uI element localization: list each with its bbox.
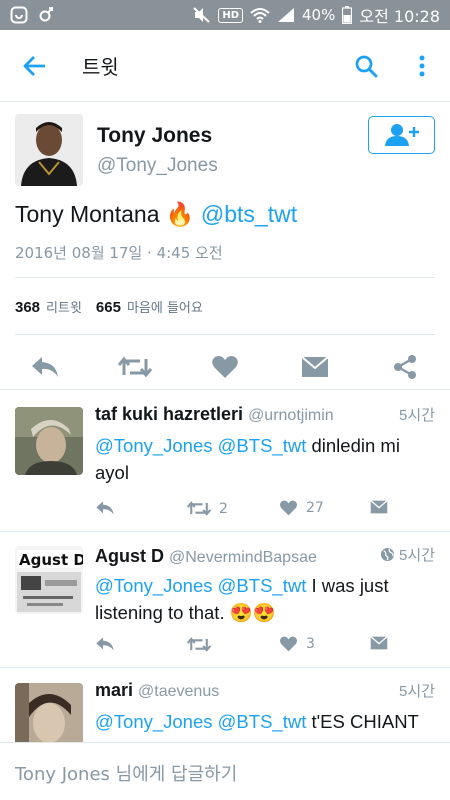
- reply-author-handle[interactable]: @NevermindBapsae: [169, 549, 317, 567]
- notification-app-icon: [10, 6, 28, 24]
- mute-icon: [193, 7, 211, 23]
- app-bar: 트윗: [0, 30, 450, 102]
- author-name[interactable]: Tony Jones: [97, 124, 212, 148]
- avatar[interactable]: Agust D: [15, 546, 83, 614]
- retweet-button[interactable]: [187, 636, 219, 653]
- avatar[interactable]: [15, 683, 83, 742]
- avatar-text: Agust D: [19, 551, 83, 569]
- globe-icon: [380, 547, 395, 562]
- page-title: 트윗: [82, 55, 119, 79]
- reply-text: @Tony_Jones @BTS_twt dinledin mi ayol: [95, 432, 435, 486]
- reply-timestamp: 5시간: [399, 547, 435, 564]
- like-count: 3: [306, 636, 315, 652]
- author-handle[interactable]: @Tony_Jones: [97, 155, 218, 177]
- reply-timestamp: 5시간: [399, 407, 435, 424]
- retweet-button[interactable]: 2: [187, 500, 228, 517]
- envelope-icon: [370, 500, 388, 514]
- reply-input-placeholder[interactable]: Tony Jones 님에게 답글하기: [15, 760, 237, 786]
- like-button[interactable]: [205, 347, 245, 387]
- mention-link[interactable]: @BTS_twt: [218, 435, 307, 456]
- reply-button[interactable]: [25, 347, 65, 387]
- retweet-icon: [118, 356, 152, 378]
- reply-tweet[interactable]: taf kuki hazretleri @urnotjimin 5시간 @Ton…: [0, 392, 450, 532]
- mention-link[interactable]: @Tony_Jones: [95, 575, 213, 596]
- clock: 오전 10:28: [359, 7, 440, 26]
- heart-icon: [212, 356, 238, 378]
- reply-button[interactable]: [95, 636, 115, 652]
- search-icon: [355, 55, 378, 77]
- mention-link[interactable]: @bts_twt: [201, 201, 297, 227]
- retweet-icon: [187, 637, 211, 652]
- signal-icon: [278, 8, 295, 22]
- mention-link[interactable]: @Tony_Jones: [95, 435, 213, 456]
- retweet-icon: [187, 501, 211, 516]
- reply-icon: [96, 501, 114, 515]
- reply-author-name[interactable]: Agust D: [95, 546, 164, 567]
- envelope-icon: [301, 356, 329, 377]
- retweets-count: 368: [15, 299, 41, 316]
- reply-timestamp: 5시간: [399, 683, 435, 700]
- share-icon: [394, 355, 416, 379]
- battery-icon: [342, 6, 353, 24]
- reply-author-handle[interactable]: @urnotjimin: [248, 407, 334, 425]
- reply-button[interactable]: [95, 500, 115, 516]
- direct-message-button[interactable]: [295, 347, 335, 387]
- reply-actions: 2 27: [95, 500, 435, 522]
- tweet-body: Tony Montana 🔥: [15, 201, 195, 227]
- like-count: 27: [306, 500, 324, 516]
- more-vertical-icon: [419, 55, 425, 76]
- share-button[interactable]: [385, 347, 425, 387]
- reply-text: @Tony_Jones @BTS_twt t'ES CHIANT: [95, 708, 435, 735]
- arrow-left-icon: [23, 55, 45, 76]
- back-button[interactable]: [0, 30, 70, 102]
- reply-author-name[interactable]: taf kuki hazretleri: [95, 404, 243, 425]
- likes-label: 마음에 들어요: [126, 301, 203, 316]
- search-button[interactable]: [338, 30, 394, 102]
- mention-link[interactable]: @BTS_twt: [218, 711, 307, 732]
- retweet-button[interactable]: [115, 347, 155, 387]
- tweet-stats: 368 리트윗 665 마음에 들어요: [15, 297, 217, 316]
- reply-tweet[interactable]: Agust D Agust D @NevermindBapsae 5시간 @To…: [0, 532, 450, 668]
- divider: [15, 334, 435, 335]
- retweets-label: 리트윗: [46, 301, 82, 316]
- reply-icon: [32, 357, 58, 377]
- hd-badge: HD: [218, 7, 244, 23]
- tweet-timestamp: 2016년 08월 17일 · 4:45 오전: [15, 244, 223, 262]
- avatar[interactable]: [15, 114, 83, 186]
- tweet-text: Tony Montana 🔥 @bts_twt: [15, 201, 297, 228]
- avatar[interactable]: [15, 407, 83, 475]
- divider: [15, 277, 435, 278]
- wifi-icon: [250, 8, 270, 23]
- mention-link[interactable]: @Tony_Jones: [95, 711, 213, 732]
- like-button[interactable]: 27: [279, 500, 324, 516]
- retweet-count: 2: [219, 500, 228, 517]
- heart-icon: [279, 636, 298, 652]
- direct-message-button[interactable]: [370, 636, 388, 650]
- female-symbol-icon: [39, 7, 53, 22]
- like-button[interactable]: 3: [279, 636, 315, 652]
- add-user-icon: [384, 124, 419, 146]
- envelope-icon: [370, 636, 388, 650]
- likes-count: 665: [95, 299, 121, 316]
- battery-percent: 40%: [302, 6, 336, 24]
- reply-author-name[interactable]: mari: [95, 680, 133, 701]
- overflow-menu-button[interactable]: [394, 30, 450, 102]
- tweet-actions: [0, 347, 450, 387]
- direct-message-button[interactable]: [370, 500, 388, 514]
- reply-author-handle[interactable]: @taevenus: [138, 683, 219, 701]
- mention-link[interactable]: @BTS_twt: [218, 575, 307, 596]
- retweets-stat[interactable]: 368 리트윗: [15, 297, 82, 316]
- reply-meta: 5시간: [380, 544, 435, 565]
- reply-tweet[interactable]: mari @taevenus 5시간 @Tony_Jones @BTS_twt …: [0, 668, 450, 742]
- reply-icon: [96, 637, 114, 651]
- reply-actions: 3: [95, 636, 435, 658]
- status-bar: HD 40% 오전 10:28: [0, 0, 450, 30]
- likes-stat[interactable]: 665 마음에 들어요: [96, 297, 203, 316]
- heart-icon: [279, 500, 298, 516]
- follow-button[interactable]: [368, 116, 435, 154]
- main-tweet: Tony Jones @Tony_Jones Tony Montana 🔥 @b…: [0, 102, 450, 390]
- reply-text: @Tony_Jones @BTS_twt I was just listenin…: [95, 572, 435, 626]
- reply-body: t'ES CHIANT: [306, 711, 419, 732]
- reply-composer[interactable]: Tony Jones 님에게 답글하기: [0, 742, 450, 800]
